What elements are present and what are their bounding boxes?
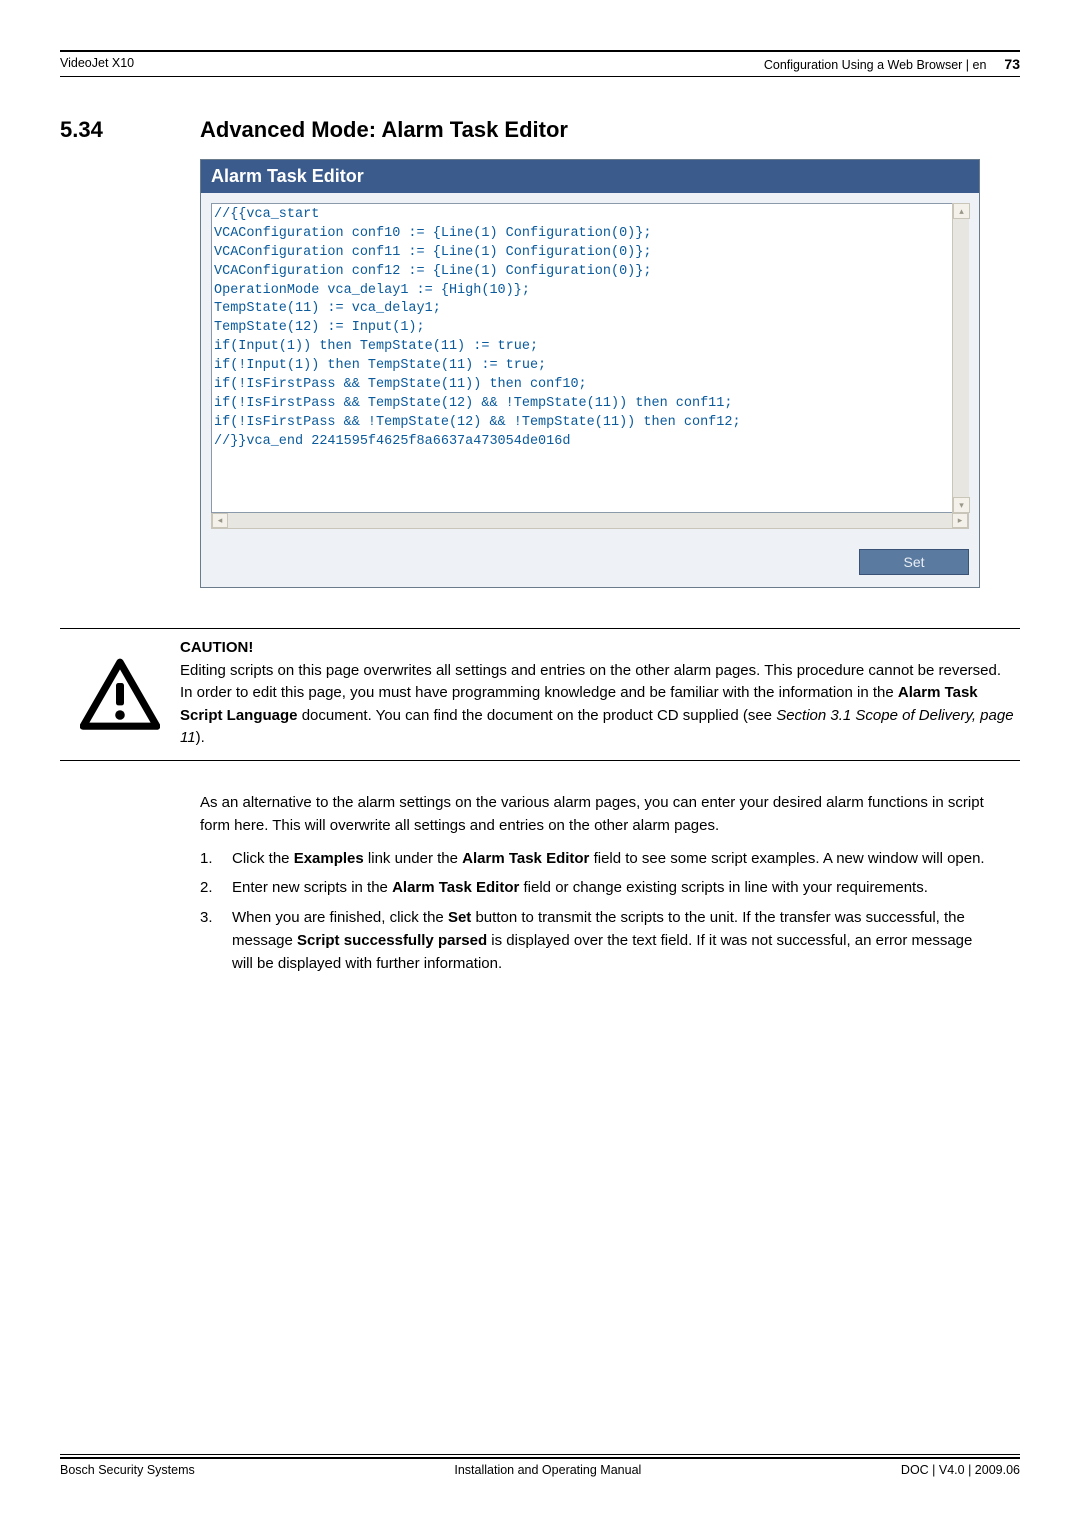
- script-textarea[interactable]: //{{vca_start VCAConfiguration conf10 :=…: [211, 203, 969, 513]
- caution-para-2: In order to edit this page, you must hav…: [180, 682, 1020, 750]
- section-title: Advanced Mode: Alarm Task Editor: [200, 117, 568, 143]
- vertical-scrollbar[interactable]: ▴ ▾: [952, 203, 969, 513]
- alarm-task-editor-panel: Alarm Task Editor //{{vca_start VCAConfi…: [200, 159, 980, 588]
- step-1: Click the Examples link under the Alarm …: [200, 847, 990, 870]
- scroll-up-icon[interactable]: ▴: [953, 203, 970, 219]
- header-right-label: Configuration Using a Web Browser | en: [764, 58, 987, 72]
- set-button[interactable]: Set: [859, 549, 969, 575]
- footer-right: DOC | V4.0 | 2009.06: [901, 1463, 1020, 1477]
- scroll-down-icon[interactable]: ▾: [953, 497, 970, 513]
- scroll-right-icon[interactable]: ▸: [952, 513, 968, 528]
- warning-icon: [60, 637, 180, 735]
- step-3: When you are finished, click the Set but…: [200, 906, 990, 976]
- horizontal-scrollbar[interactable]: ◂ ▸: [211, 512, 969, 529]
- caution-para-1: Editing scripts on this page overwrites …: [180, 660, 1020, 683]
- page-header: VideoJet X10 Configuration Using a Web B…: [60, 56, 1020, 77]
- page-number: 73: [1004, 56, 1020, 72]
- intro-paragraph: As an alternative to the alarm settings …: [200, 791, 990, 838]
- page-footer: Bosch Security Systems Installation and …: [60, 1454, 1020, 1477]
- caution-block: CAUTION! Editing scripts on this page ov…: [60, 628, 1020, 761]
- step-2: Enter new scripts in the Alarm Task Edit…: [200, 876, 990, 899]
- scroll-left-icon[interactable]: ◂: [212, 513, 228, 528]
- steps-list: Click the Examples link under the Alarm …: [200, 847, 990, 975]
- header-left: VideoJet X10: [60, 56, 134, 72]
- caution-heading: CAUTION!: [180, 637, 1020, 660]
- footer-left: Bosch Security Systems: [60, 1463, 195, 1477]
- panel-title: Alarm Task Editor: [201, 160, 979, 193]
- section-number: 5.34: [60, 117, 200, 143]
- footer-center: Installation and Operating Manual: [454, 1463, 641, 1477]
